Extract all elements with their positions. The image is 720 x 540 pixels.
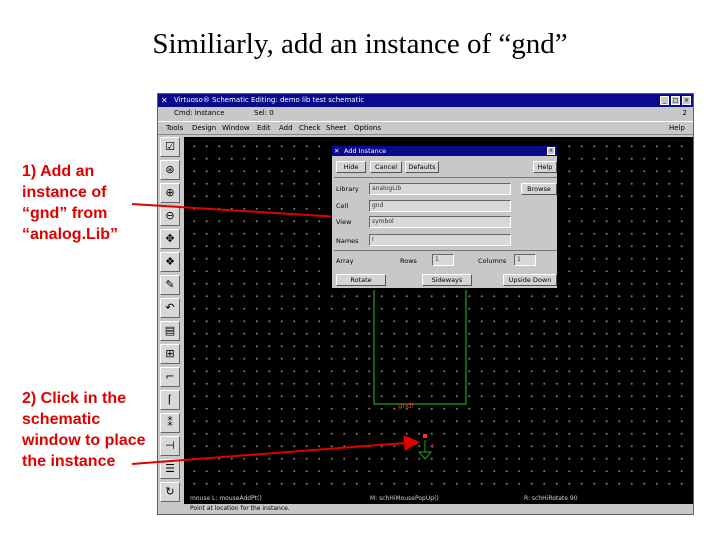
view-label: View bbox=[336, 218, 352, 226]
schematic-wires bbox=[373, 290, 467, 405]
library-field[interactable]: analogLib bbox=[369, 183, 511, 195]
cell-label: Cell bbox=[336, 202, 349, 210]
dialog-separator bbox=[334, 250, 557, 251]
rows-field[interactable]: 1 bbox=[432, 254, 454, 266]
upside-down-button[interactable]: Upside Down bbox=[503, 274, 557, 286]
names-field[interactable]: I bbox=[369, 234, 511, 246]
hide-button[interactable]: Hide bbox=[336, 161, 366, 173]
ground-triangle bbox=[417, 451, 433, 460]
instance-name-label: I bbox=[432, 443, 434, 450]
dialog-separator bbox=[334, 177, 557, 178]
arrow-to-dialog bbox=[131, 203, 357, 226]
rotate-button[interactable]: Rotate bbox=[336, 274, 386, 286]
names-label: Names bbox=[336, 237, 359, 245]
instance-origin-marker bbox=[423, 434, 427, 438]
library-label: Library bbox=[336, 185, 359, 193]
ground-symbol-preview: I bbox=[417, 434, 434, 460]
columns-label: Columns bbox=[478, 257, 507, 265]
dialog-title: Add Instance bbox=[344, 147, 387, 155]
help-button[interactable]: Help bbox=[533, 161, 557, 173]
dialog-close-icon[interactable]: × bbox=[547, 147, 555, 155]
browse-button[interactable]: Browse bbox=[521, 183, 557, 195]
rows-label: Rows bbox=[400, 257, 417, 265]
add-instance-dialog: ✕ Add Instance × Hide Cancel Defaults He… bbox=[331, 145, 558, 289]
arrow-to-canvas bbox=[131, 435, 420, 465]
green-wire bbox=[373, 290, 467, 405]
columns-field[interactable]: 1 bbox=[514, 254, 536, 266]
dialog-titlebar: ✕ Add Instance × bbox=[332, 146, 557, 156]
array-label: Array bbox=[336, 257, 354, 265]
net-label: gnd! bbox=[398, 402, 414, 410]
defaults-button[interactable]: Defaults bbox=[405, 161, 439, 173]
cancel-button[interactable]: Cancel bbox=[370, 161, 402, 173]
cell-field[interactable]: gnd bbox=[369, 200, 511, 212]
view-field[interactable]: symbol bbox=[369, 216, 511, 228]
sideways-button[interactable]: Sideways bbox=[422, 274, 472, 286]
x-logo-icon: ✕ bbox=[334, 147, 340, 155]
